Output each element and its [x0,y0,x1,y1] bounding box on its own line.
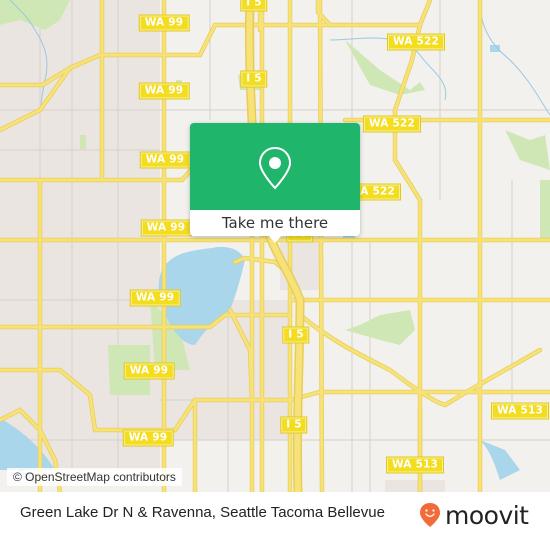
location-caption: Green Lake Dr N & Ravenna, Seattle Tacom… [20,504,385,521]
highway-shield: WA 99 [123,362,175,380]
highway-shield: WA 513 [490,402,550,420]
osm-attribution[interactable]: © OpenStreetMap contributors [7,468,182,486]
highway-shield: WA 522 [386,33,446,51]
highway-shield: WA 99 [122,429,174,447]
highway-shield: I 5 [282,326,310,344]
location-popup: Take me there [190,123,360,243]
popup-header [190,123,360,210]
moovit-pin-icon [420,503,440,527]
moovit-wordmark: moovit [445,500,529,530]
highway-shield: WA 99 [129,289,181,307]
highway-shield: WA 522 [362,115,422,133]
popup-pointer [268,235,282,243]
map-view[interactable]: Canal WA 99 WA 99 WA 99 WA 99 WA 99 WA 9… [0,0,550,492]
highway-shield: I 5 [280,416,308,434]
highway-shield: WA 513 [385,456,445,474]
highway-shield: I 5 [240,0,268,12]
highway-shield: WA 99 [138,82,190,100]
take-me-there-button[interactable]: Take me there [190,210,360,236]
highway-shield: WA 99 [138,14,190,32]
map-canvas: Canal [0,0,550,492]
highway-shield: WA 99 [139,151,191,169]
footer: Green Lake Dr N & Ravenna, Seattle Tacom… [0,492,550,550]
moovit-logo[interactable]: moovit [419,502,529,528]
highway-shield: WA 99 [140,219,192,237]
map-pin-icon [258,146,292,190]
highway-shield: I 5 [240,70,268,88]
